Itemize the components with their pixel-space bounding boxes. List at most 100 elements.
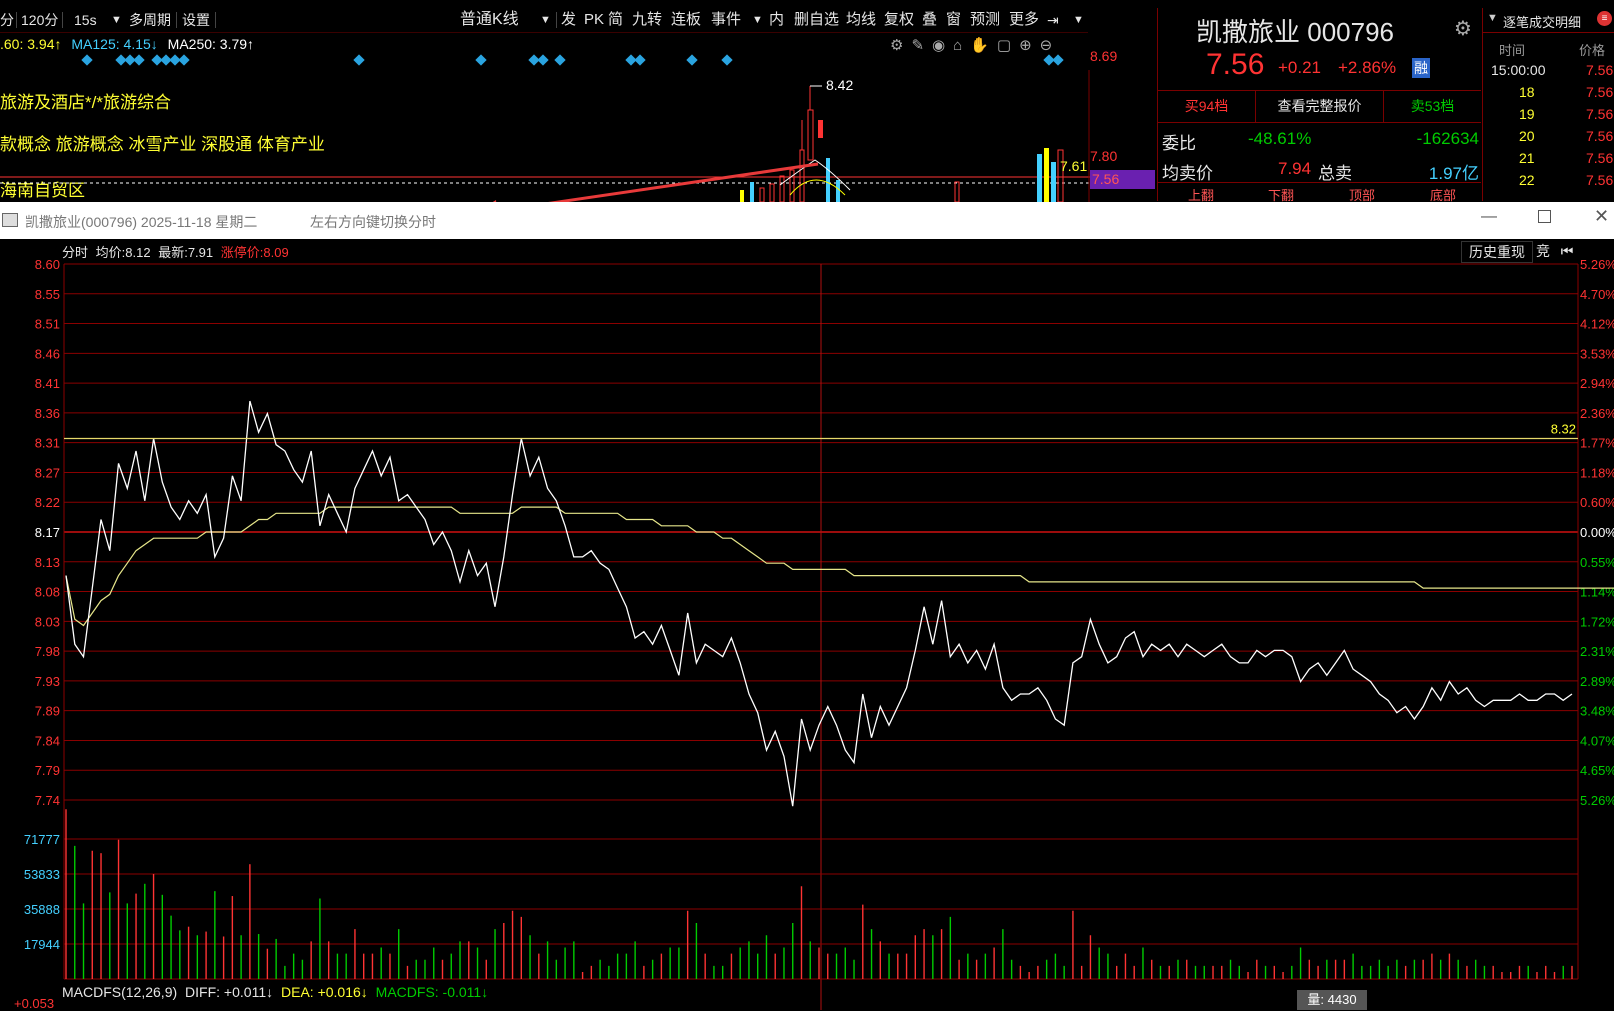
pin-right-icon[interactable]: ⇥ <box>1047 8 1059 32</box>
current-price-tag: 7.56 <box>1090 170 1155 189</box>
more-dropdown-icon[interactable]: ▼ <box>1073 8 1084 32</box>
y-pct-tick-label: 1.77% <box>1580 436 1614 451</box>
eye-icon[interactable]: ◉ <box>932 37 953 54</box>
signal-marker <box>353 54 365 66</box>
tick-menu-icon[interactable]: ≡ <box>1597 11 1612 26</box>
table-row: 15:00:00 7.56 <box>1491 62 1614 78</box>
candle <box>836 180 840 202</box>
y-pct-tick-label: 2.31% <box>1580 644 1614 659</box>
toolbar-item-ma[interactable]: 均线 <box>846 8 876 32</box>
toolbar-item-more[interactable]: 更多 <box>1009 8 1039 32</box>
y-pct-tick-label: 1.72% <box>1580 614 1614 629</box>
toolbar-item-pk[interactable]: PK <box>584 8 604 32</box>
macd-legend: MACDFS(12,26,9) DIFF: +0.011↓ DEA: +0.01… <box>62 984 488 1000</box>
zoom-out-icon[interactable]: ⊖ <box>1040 37 1061 54</box>
kline-last-bar-label: 7.61 <box>1060 158 1088 174</box>
ma250-label: MA250: 3.79↑ <box>167 36 255 52</box>
macd-name: MACDFS(12,26,9) <box>62 984 178 1000</box>
table-row: 22 7.56 <box>1519 172 1614 188</box>
lock-icon[interactable]: ▢ <box>997 37 1019 54</box>
toolbar-item-120min[interactable]: 120分 <box>21 8 58 32</box>
maximize-icon[interactable] <box>1538 210 1551 223</box>
tick-rows: 15:00:00 7.56 18 7.56 19 7.56 20 7.56 21… <box>1491 62 1614 194</box>
candle <box>1037 154 1042 202</box>
tab-full-quote[interactable]: 查看完整报价 <box>1256 91 1384 122</box>
avg-price-line <box>65 506 1614 627</box>
period-toolbar: 分 120分 15s ▼ 多周期 设置 普通K线 ▼ 发 PK 简 九转 连板 … <box>0 8 1088 33</box>
candle <box>954 181 960 202</box>
y-pct-tick-label: 2.94% <box>1580 376 1614 391</box>
y-pct-tick-label: 0.55% <box>1580 555 1614 570</box>
toolbar-item-delete-watchlist[interactable]: 删自选 <box>794 8 839 32</box>
y-tick-label: 7.98 <box>35 644 60 659</box>
kline-type-select[interactable]: 普通K线 <box>460 8 519 32</box>
basket-icon[interactable]: ⌂ <box>953 37 970 54</box>
volume-tick-label: 35888 <box>24 902 60 917</box>
y-pct-tick-label: 3.53% <box>1580 346 1614 361</box>
toolbar-item-multi-period[interactable]: 多周期 <box>129 8 171 32</box>
tick-header: ▼ 逐笔成交明细 ≡ <box>1483 8 1614 33</box>
y-pct-tick-label: 1.14% <box>1580 585 1614 600</box>
pen-icon[interactable]: ✎ <box>911 37 932 54</box>
y-pct-tick-label: 4.70% <box>1580 287 1614 302</box>
y-pct-tick-label: 4.65% <box>1580 763 1614 778</box>
toolbar-item-simple[interactable]: 简 <box>608 8 623 32</box>
toolbar-item-window[interactable]: 窗 <box>946 8 961 32</box>
hand-icon[interactable]: ✋ <box>970 37 997 54</box>
table-row: 21 7.56 <box>1519 150 1614 166</box>
toolbar-item-settings[interactable]: 设置 <box>182 8 210 32</box>
zoom-in-icon[interactable]: ⊕ <box>1019 37 1040 54</box>
table-row: 20 7.56 <box>1519 128 1614 144</box>
y-tick-label: 8.46 <box>35 346 60 361</box>
toolbar-item-min[interactable]: 分 <box>0 8 14 32</box>
tick-panel: ▼ 逐笔成交明细 ≡ 时间 价格 15:00:00 7.56 18 7.56 1… <box>1482 8 1614 201</box>
collapse-icon[interactable]: ▼ <box>1487 12 1498 24</box>
tab-buy-depth[interactable]: 买94档 <box>1158 91 1256 122</box>
price-line <box>65 400 1573 807</box>
gear-icon[interactable]: ⚙ <box>890 37 911 54</box>
price-change: +0.21 <box>1278 58 1322 77</box>
toolbar-item-adjust[interactable]: 复权 <box>884 8 914 32</box>
stock-code: 000796 <box>1307 17 1395 47</box>
toolbar-item-overlay[interactable]: 叠 <box>922 8 937 32</box>
total-sell-value: 1.97亿 <box>1428 164 1479 183</box>
y-pct-tick-label: 0.00% <box>1580 525 1614 540</box>
signal-marker <box>537 54 549 66</box>
y-pct-tick-label: 2.89% <box>1580 674 1614 689</box>
dropdown-icon[interactable]: ▼ <box>111 8 122 32</box>
toolbar-item-jiuzhuan[interactable]: 九转 <box>632 8 662 32</box>
ma-legend: .60: 3.94↑ MA125: 4.15↓ MA250: 3.79↑ <box>0 36 254 52</box>
minimize-icon[interactable]: — <box>1481 208 1497 226</box>
table-row: 19 7.56 <box>1519 106 1614 122</box>
window-hint: 左右方向键切换分时 <box>310 214 436 230</box>
toolbar-item-lianban[interactable]: 连板 <box>671 8 701 32</box>
toolbar-item-fa[interactable]: 发 <box>561 8 576 32</box>
settings-gear-icon[interactable]: ⚙ <box>1454 16 1472 41</box>
macd-axis-label: +0.053 <box>14 996 55 1011</box>
intraday-svg: 8.60 8.55 8.51 8.46 8.41 8.36 8.31 8.27 8.22 8.17… <box>24 257 1614 1010</box>
toolbar-item-15s[interactable]: 15s <box>74 8 97 32</box>
signal-marker <box>475 54 487 66</box>
y-tick-label: 8.60 <box>35 257 60 272</box>
table-row: 18 7.56 <box>1519 84 1614 100</box>
tab-sell-depth[interactable]: 卖53档 <box>1384 91 1481 122</box>
kline-type-dropdown-icon[interactable]: ▼ <box>540 8 551 32</box>
events-dropdown-icon[interactable]: ▼ <box>752 8 763 32</box>
close-icon[interactable]: ✕ <box>1594 206 1609 227</box>
candle <box>1044 148 1049 202</box>
weibi-pct: -48.61% <box>1248 129 1312 148</box>
toolbar-item-nei[interactable]: 内 <box>769 8 784 32</box>
y-tick-label: 7.89 <box>35 704 60 719</box>
y-tick-label: 7.93 <box>35 674 60 689</box>
y-tick-label: 8.27 <box>35 465 60 480</box>
y-pct-tick-label: 5.26% <box>1580 793 1614 808</box>
signal-markers <box>0 54 1090 70</box>
macd-dea: DEA: +0.016↓ <box>281 984 368 1000</box>
candle <box>818 120 823 138</box>
signal-marker <box>634 54 646 66</box>
weibi-label: 委比 <box>1162 134 1196 153</box>
weibi-value: -162634 <box>1416 129 1479 148</box>
toolbar-item-events[interactable]: 事件 <box>711 8 741 32</box>
depth-tabs: 买94档 查看完整报价 卖53档 <box>1158 90 1481 123</box>
toolbar-item-predict[interactable]: 预测 <box>970 8 1000 32</box>
